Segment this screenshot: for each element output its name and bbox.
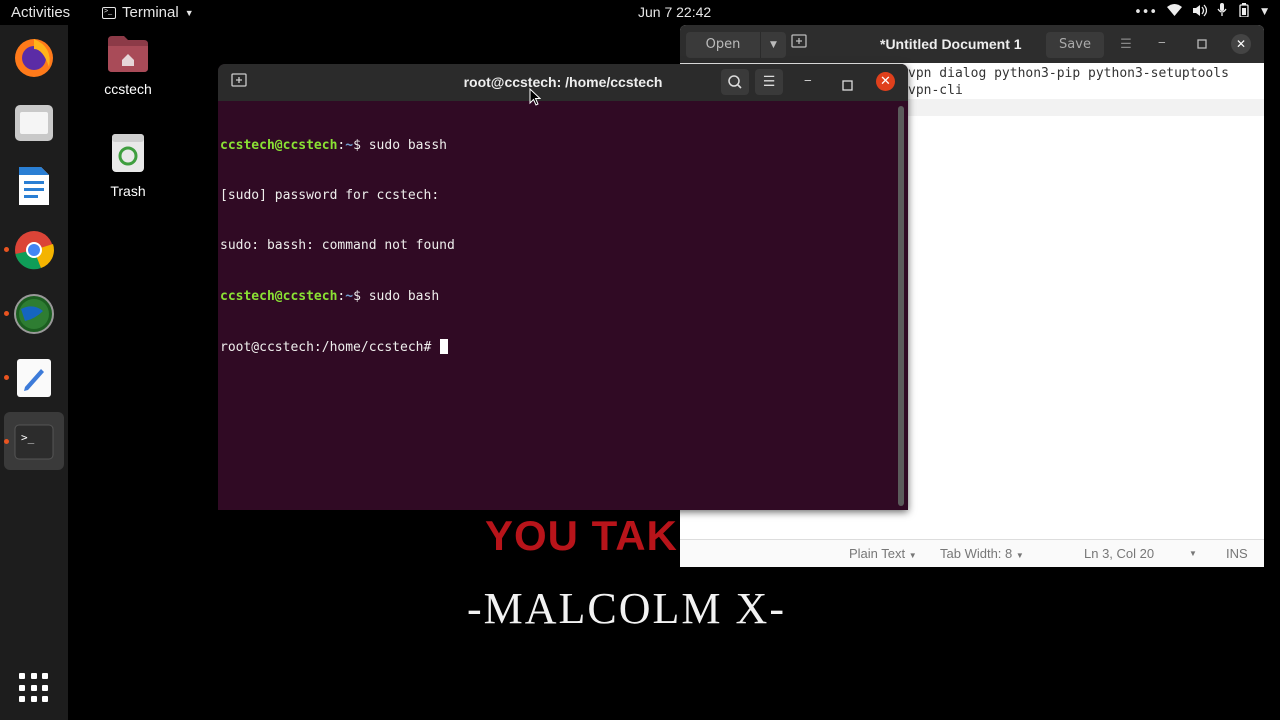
svg-text:>_: >_ <box>21 431 35 444</box>
chevron-down-icon[interactable]: ▼ <box>1261 7 1268 17</box>
editor-text-area[interactable]: vpn dialog python3-pip python3-setuptool… <box>908 65 1229 99</box>
battery-icon <box>1237 3 1251 21</box>
wifi-icon <box>1167 4 1183 20</box>
text-editor-header: Open ▼ *Untitled Document 1 Save ☰ ‒ ✕ <box>680 25 1264 63</box>
maximize-icon[interactable] <box>1196 35 1208 49</box>
more-icon[interactable]: ••• <box>1134 5 1157 20</box>
language-selector[interactable]: Plain Text ▼ <box>849 546 917 561</box>
open-menu-chevron-icon[interactable]: ▼ <box>760 32 786 58</box>
text-cursor <box>440 339 449 355</box>
prompt-path: ~ <box>345 137 354 153</box>
cursor-position[interactable]: Ln 3, Col 20 <box>1084 546 1154 561</box>
terminal-icon: >_ <box>102 6 116 19</box>
running-indicator <box>4 311 9 316</box>
desktop-home-folder[interactable]: ccstech <box>88 34 168 97</box>
terminal-line: ccstech@ccstech:~$ sudo bash <box>220 288 440 304</box>
trash-label: Trash <box>110 183 146 199</box>
app-menu-label: Terminal <box>122 4 179 21</box>
terminal-header: root@ccstech: /home/ccstech ☰ ‒ ✕ <box>218 64 908 101</box>
writer-icon[interactable] <box>13 165 55 207</box>
trash-icon <box>88 132 168 177</box>
maximize-icon[interactable] <box>842 76 853 91</box>
terminal-line: root@ccstech:/home/ccstech# <box>220 339 455 357</box>
save-button[interactable]: Save <box>1046 32 1104 58</box>
home-folder-icon <box>88 34 168 75</box>
desktop-trash[interactable]: Trash <box>88 132 168 199</box>
hamburger-menu-icon[interactable]: ☰ <box>1112 32 1140 58</box>
terminal-line: sudo: bassh: command not found <box>220 238 455 254</box>
editor-line: vpn-cli <box>908 83 963 98</box>
home-folder-label: ccstech <box>104 81 152 97</box>
system-tray[interactable]: ••• ▼ <box>1134 3 1268 21</box>
running-indicator <box>4 247 9 252</box>
minimize-icon[interactable]: ‒ <box>1158 35 1166 49</box>
hamburger-menu-icon[interactable]: ☰ <box>755 69 783 95</box>
files-icon[interactable] <box>13 101 55 143</box>
terminal-app-icon[interactable]: >_ <box>13 421 55 463</box>
tab-width-label: Tab Width: 8 <box>940 546 1013 561</box>
chrome-icon[interactable] <box>13 229 55 271</box>
top-bar: Activities >_ Terminal ▼ Jun 7 22:42 •••… <box>0 0 1280 25</box>
command-text: $ sudo bassh <box>353 137 447 153</box>
wallpaper-quote-author: -MALCOLM X- <box>467 584 786 633</box>
terminal-line: ccstech@ccstech:~$ sudo bassh <box>220 137 447 153</box>
chevron-down-icon: ▼ <box>908 551 917 560</box>
root-prompt: root@ccstech:/home/ccstech# <box>220 340 440 356</box>
insert-mode[interactable]: INS <box>1226 546 1248 561</box>
prompt-user: ccstech@ccstech <box>220 288 338 304</box>
tab-width-selector[interactable]: Tab Width: 8 ▼ <box>940 546 1024 561</box>
minimize-icon[interactable]: ‒ <box>804 73 812 87</box>
status-bar: Plain Text ▼ Tab Width: 8 ▼ Ln 3, Col 20… <box>680 539 1264 567</box>
terminal-line: [sudo] password for ccstech: <box>220 187 440 203</box>
search-icon[interactable] <box>721 69 749 95</box>
running-indicator <box>4 375 9 380</box>
chevron-down-icon: ▼ <box>184 7 194 18</box>
scrollbar[interactable] <box>898 106 904 506</box>
mouse-pointer-icon <box>529 87 542 110</box>
browser-globe-icon[interactable] <box>13 293 55 335</box>
volume-icon <box>1192 4 1208 21</box>
show-applications-icon[interactable] <box>19 673 49 703</box>
new-tab-icon[interactable] <box>788 34 810 54</box>
dock: >_ <box>0 25 68 720</box>
text-editor-icon[interactable] <box>13 357 55 399</box>
prompt-path: ~ <box>345 288 354 304</box>
clock[interactable]: Jun 7 22:42 <box>638 4 711 20</box>
chevron-down-icon: ▼ <box>1015 551 1024 560</box>
firefox-icon[interactable] <box>13 37 55 79</box>
terminal-output[interactable]: ccstech@ccstech:~$ sudo bassh [sudo] pas… <box>220 104 455 391</box>
document-title: *Untitled Document 1 <box>880 36 1022 52</box>
open-button[interactable]: Open <box>686 32 760 58</box>
language-label: Plain Text <box>849 546 906 561</box>
wallpaper-red-text: YOU TAK <box>485 512 678 559</box>
editor-line: vpn dialog python3-pip python3-setuptool… <box>908 66 1229 81</box>
activities-button[interactable]: Activities <box>11 4 70 21</box>
close-icon[interactable]: ✕ <box>1231 34 1251 54</box>
close-icon[interactable]: ✕ <box>876 72 895 91</box>
terminal-window: root@ccstech: /home/ccstech ☰ ‒ ✕ ccstec… <box>218 64 908 510</box>
microphone-icon <box>1217 3 1227 21</box>
running-indicator <box>4 439 9 444</box>
chevron-down-icon[interactable]: ▼ <box>1189 549 1197 558</box>
prompt-user: ccstech@ccstech <box>220 137 338 153</box>
current-line-highlight <box>908 99 1264 116</box>
app-menu[interactable]: >_ Terminal ▼ <box>102 4 194 21</box>
command-text: $ sudo bash <box>353 288 440 304</box>
